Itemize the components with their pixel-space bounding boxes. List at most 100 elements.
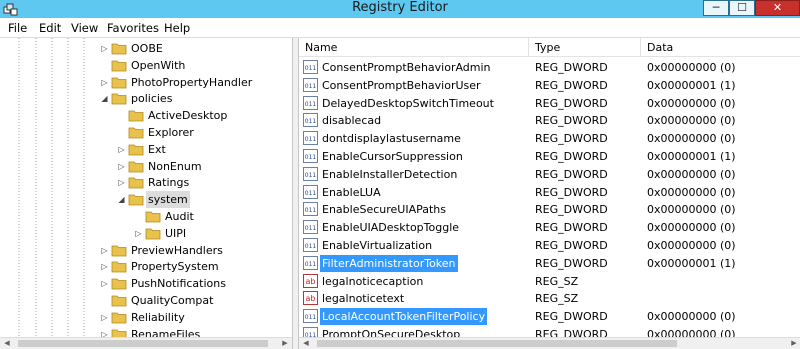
value-name[interactable]: EnableSecureUIAPaths <box>320 201 448 218</box>
minimize-button[interactable]: ─ <box>703 0 729 16</box>
tree-item[interactable]: ▷ UIPI <box>0 225 292 242</box>
value-name[interactable]: legalnoticetext <box>320 290 406 307</box>
value-name[interactable]: dontdisplaylastusername <box>320 130 463 147</box>
tree-item-label[interactable]: OOBE <box>129 40 165 57</box>
tree-expander-icon[interactable]: ▷ <box>100 309 109 326</box>
value-row[interactable]: 011 EnableInstallerDetection REG_DWORD 0x00… <box>299 166 800 183</box>
value-name[interactable]: ConsentPromptBehaviorUser <box>320 77 483 94</box>
tree-expander-icon[interactable]: ◢ <box>117 191 126 208</box>
tree-item-label[interactable]: Explorer <box>146 124 196 141</box>
tree-expander-icon[interactable]: ▷ <box>100 242 109 259</box>
tree-item[interactable]: ▷ PushNotifications <box>0 275 292 292</box>
value-name[interactable]: disablecad <box>320 112 383 129</box>
value-row[interactable]: 011 ConsentPromptBehaviorAdmin REG_DWORD 0x… <box>299 59 800 76</box>
value-row[interactable]: 011 ConsentPromptBehaviorUser REG_DWORD 0x0… <box>299 77 800 94</box>
tree-expander-icon[interactable] <box>100 57 109 74</box>
value-row[interactable]: 011 EnableSecureUIAPaths REG_DWORD 0x000000… <box>299 201 800 218</box>
tree-item[interactable]: ▷ PropertySystem <box>0 258 292 275</box>
tree-item[interactable]: ◢ policies <box>0 90 292 107</box>
tree-item-label[interactable]: ActiveDesktop <box>146 107 229 124</box>
value-name[interactable]: legalnoticecaption <box>320 273 425 290</box>
tree-item[interactable]: Explorer <box>0 124 292 141</box>
tree-item[interactable]: ▷ Reliability <box>0 309 292 326</box>
value-name[interactable]: FilterAdministratorToken <box>320 254 458 272</box>
tree-item-label[interactable]: Ext <box>146 141 168 158</box>
tree-item[interactable]: ▷ OOBE <box>0 40 292 57</box>
key-tree-pane[interactable]: ▷ OOBE OpenWith ▷ PhotoPropertyHandler ◢ polic… <box>0 38 293 349</box>
value-name[interactable]: EnableInstallerDetection <box>320 166 459 183</box>
tree-item-label[interactable]: OpenWith <box>129 57 187 74</box>
menu-favorites[interactable]: Favorites <box>107 21 159 35</box>
tree-item[interactable]: ▷ PreviewHandlers <box>0 242 292 259</box>
tree-expander-icon[interactable] <box>117 107 126 124</box>
tree-expander-icon[interactable]: ▷ <box>100 275 109 292</box>
scroll-right-icon[interactable]: ▶ <box>278 338 292 349</box>
tree-item[interactable]: QualityCompat <box>0 292 292 309</box>
scroll-left-icon[interactable]: ◀ <box>299 338 313 349</box>
value-row[interactable]: 011 LocalAccountTokenFilterPolicy REG_DWOR… <box>299 308 800 326</box>
value-row[interactable]: 011 EnableUIADesktopToggle REG_DWORD 0x0000… <box>299 219 800 236</box>
scroll-right-icon[interactable]: ▶ <box>787 338 800 349</box>
value-row[interactable]: 011 FilterAdministratorToken REG_DWORD 0x00… <box>299 254 800 272</box>
tree-item-label[interactable]: PhotoPropertyHandler <box>129 74 254 91</box>
tree-expander-icon[interactable] <box>100 292 109 309</box>
tree-expander-icon[interactable]: ▷ <box>117 158 126 175</box>
tree-expander-icon[interactable] <box>134 208 143 225</box>
menu-edit[interactable]: Edit <box>39 21 61 35</box>
tree-item[interactable]: ▷ NonEnum <box>0 158 292 175</box>
tree-item-label[interactable]: Ratings <box>146 174 191 191</box>
tree-item-label[interactable]: Audit <box>163 208 196 225</box>
tree-expander-icon[interactable]: ▷ <box>117 174 126 191</box>
value-row[interactable]: 011 DelayedDesktopSwitchTimeout REG_DWORD 0… <box>299 95 800 112</box>
tree-item-label[interactable]: PropertySystem <box>129 258 221 275</box>
values-horizontal-scrollbar[interactable]: ◀ ▶ <box>299 337 800 349</box>
value-row[interactable]: ab legalnoticetext REG_SZ <box>299 290 800 307</box>
tree-expander-icon[interactable]: ▷ <box>134 225 143 242</box>
tree-item[interactable]: ▷ Ratings <box>0 174 292 191</box>
scroll-thumb[interactable] <box>317 340 677 347</box>
column-header-data[interactable]: Data <box>641 38 800 57</box>
tree-expander-icon[interactable]: ▷ <box>100 40 109 57</box>
value-row[interactable]: 011 EnableLUA REG_DWORD 0x00000000 (0) <box>299 184 800 201</box>
value-name[interactable]: EnableVirtualization <box>320 237 434 254</box>
tree-item-label[interactable]: PreviewHandlers <box>129 242 225 259</box>
scroll-left-icon[interactable]: ◀ <box>0 338 14 349</box>
tree-item[interactable]: OpenWith <box>0 57 292 74</box>
value-name[interactable]: EnableCursorSuppression <box>320 148 465 165</box>
tree-item-label[interactable]: system <box>146 191 190 209</box>
values-list-pane[interactable]: Name Type Data 011 ConsentPromptBehaviorA… <box>298 38 800 349</box>
scroll-thumb[interactable] <box>18 340 268 347</box>
tree-item[interactable]: ActiveDesktop <box>0 107 292 124</box>
value-row[interactable]: 011 EnableCursorSuppression REG_DWORD 0x000… <box>299 148 800 165</box>
maximize-button[interactable]: ☐ <box>729 0 755 16</box>
value-name[interactable]: ConsentPromptBehaviorAdmin <box>320 59 493 76</box>
tree-expander-icon[interactable]: ▷ <box>117 141 126 158</box>
menu-help[interactable]: Help <box>164 21 190 35</box>
tree-expander-icon[interactable]: ▷ <box>100 258 109 275</box>
tree-horizontal-scrollbar[interactable]: ◀ ▶ <box>0 337 292 349</box>
tree-item-label[interactable]: QualityCompat <box>129 292 215 309</box>
column-header-type[interactable]: Type <box>529 38 641 57</box>
menu-file[interactable]: File <box>8 21 27 35</box>
menu-view[interactable]: View <box>71 21 98 35</box>
tree-expander-icon[interactable]: ▷ <box>100 74 109 91</box>
close-button[interactable]: ✕ <box>755 0 800 16</box>
value-row[interactable]: 011 EnableVirtualization REG_DWORD 0x000000… <box>299 237 800 254</box>
tree-item[interactable]: ▷ Ext <box>0 141 292 158</box>
tree-expander-icon[interactable]: ◢ <box>100 90 109 107</box>
tree-item-label[interactable]: policies <box>129 90 174 107</box>
tree-item-label[interactable]: Reliability <box>129 309 187 326</box>
value-name[interactable]: LocalAccountTokenFilterPolicy <box>320 308 488 326</box>
column-header-name[interactable]: Name <box>299 38 529 57</box>
tree-item-label[interactable]: UIPI <box>163 225 188 242</box>
value-name[interactable]: EnableLUA <box>320 184 383 201</box>
tree-item-label[interactable]: NonEnum <box>146 158 204 175</box>
value-row[interactable]: 011 dontdisplaylastusername REG_DWORD 0x000… <box>299 130 800 147</box>
tree-item-label[interactable]: PushNotifications <box>129 275 228 292</box>
value-row[interactable]: ab legalnoticecaption REG_SZ <box>299 273 800 290</box>
value-name[interactable]: DelayedDesktopSwitchTimeout <box>320 95 496 112</box>
value-name[interactable]: EnableUIADesktopToggle <box>320 219 461 236</box>
tree-item[interactable]: ◢ system <box>0 191 292 209</box>
tree-item[interactable]: ▷ PhotoPropertyHandler <box>0 74 292 91</box>
tree-item[interactable]: Audit <box>0 208 292 225</box>
